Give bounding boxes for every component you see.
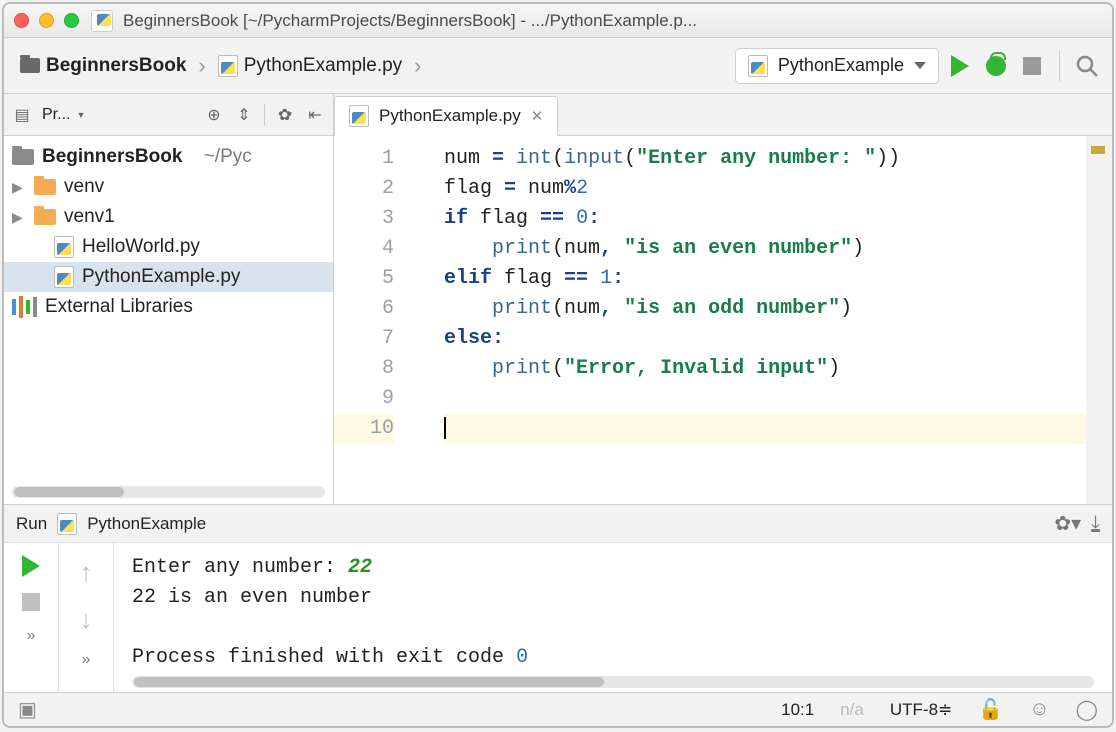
search-button[interactable] xyxy=(1072,51,1102,81)
stop-icon xyxy=(1023,57,1041,75)
tool-windows-button[interactable]: ▣ xyxy=(18,697,37,722)
hide-panel-button[interactable]: ⇤ xyxy=(305,105,325,125)
run-panel-buttons-1: » xyxy=(4,543,59,692)
search-icon xyxy=(1075,54,1099,78)
python-file-icon xyxy=(748,55,768,77)
tree-item[interactable]: PythonExample.py xyxy=(4,262,333,292)
window-title: BeginnersBook [~/PycharmProjects/Beginne… xyxy=(123,11,1102,31)
python-file-icon xyxy=(54,236,74,258)
python-file-icon xyxy=(218,55,238,77)
run-panel-buttons-2: ↑ ↓ » xyxy=(59,543,114,692)
sidebar-scrollbar[interactable] xyxy=(12,486,325,498)
run-settings-button[interactable]: ✿▾ xyxy=(1054,511,1081,536)
run-config-name[interactable]: PythonExample xyxy=(87,514,206,534)
close-window-button[interactable] xyxy=(14,13,29,28)
chevron-down-icon xyxy=(914,62,926,69)
window-controls xyxy=(14,13,79,28)
tree-item[interactable]: ▶venv xyxy=(4,172,333,202)
close-tab-button[interactable]: ✕ xyxy=(531,107,544,125)
stop-button[interactable] xyxy=(1017,51,1047,81)
play-icon xyxy=(951,55,969,77)
chevron-right-icon xyxy=(410,53,425,79)
code-editor[interactable]: 12345678910 num = int(input("Enter any n… xyxy=(334,136,1112,504)
breadcrumb-root[interactable]: BeginnersBook xyxy=(14,53,192,79)
editor-tabs: PythonExample.py ✕ xyxy=(334,94,1112,135)
folder-icon xyxy=(12,149,34,165)
tree-item[interactable]: HelloWorld.py xyxy=(4,232,333,262)
status-bar: ▣ 10:1 n/a UTF-8≑ 🔓 ☺ ◯ xyxy=(4,692,1112,726)
run-button[interactable] xyxy=(945,51,975,81)
stop-process-button[interactable] xyxy=(22,593,40,611)
chevron-right-icon xyxy=(194,53,209,79)
file-encoding[interactable]: UTF-8≑ xyxy=(890,700,952,720)
chevron-down-icon: ▼ xyxy=(76,110,85,120)
settings-button[interactable]: ✿▾ xyxy=(275,105,295,125)
folder-icon xyxy=(34,179,56,195)
breadcrumb: BeginnersBook PythonExample.py xyxy=(14,53,426,79)
breadcrumb-file[interactable]: PythonExample.py xyxy=(212,53,408,79)
titlebar: BeginnersBook [~/PycharmProjects/Beginne… xyxy=(4,4,1112,38)
python-file-icon xyxy=(57,513,77,535)
tree-item[interactable]: ▶venv1 xyxy=(4,202,333,232)
project-view-icon[interactable]: ▤ xyxy=(12,105,32,125)
run-config-dropdown[interactable]: PythonExample xyxy=(735,48,939,84)
run-panel: » ↑ ↓ » Enter any number: 22 22 is an ev… xyxy=(4,542,1112,692)
disclosure-triangle-icon[interactable]: ▶ xyxy=(12,179,26,196)
project-tool-header: ▤ Pr... ▼ ⊕ ⇕ ✿▾ ⇤ xyxy=(4,94,334,135)
minimize-window-button[interactable] xyxy=(39,13,54,28)
code-area[interactable]: num = int(input("Enter any number: "))fl… xyxy=(444,136,1086,504)
run-label[interactable]: Run xyxy=(16,514,47,534)
console-scrollbar[interactable] xyxy=(132,676,1094,688)
nav-bar: BeginnersBook PythonExample.py PythonExa… xyxy=(4,38,1112,94)
folder-icon xyxy=(20,58,40,73)
error-stripe[interactable] xyxy=(1086,136,1112,504)
inspector-icon[interactable]: ☺ xyxy=(1029,698,1049,721)
play-icon xyxy=(22,555,40,577)
tree-project-root[interactable]: BeginnersBook ~/Pyc xyxy=(4,142,333,172)
rerun-button[interactable] xyxy=(22,555,40,577)
folder-icon xyxy=(34,209,56,225)
title-file-icon xyxy=(91,10,113,32)
project-tree: BeginnersBook ~/Pyc ▶venv▶venv1HelloWorl… xyxy=(4,136,334,504)
export-button[interactable]: ⤓ xyxy=(1091,512,1100,535)
ide-window: BeginnersBook [~/PycharmProjects/Beginne… xyxy=(2,2,1114,728)
editor-tab[interactable]: PythonExample.py ✕ xyxy=(334,96,558,136)
debug-button[interactable] xyxy=(981,51,1011,81)
expand-button-2[interactable]: » xyxy=(82,651,91,669)
library-icon xyxy=(12,296,37,318)
feedback-icon[interactable]: ◯ xyxy=(1076,697,1098,722)
readonly-toggle[interactable]: 🔓 xyxy=(978,697,1003,722)
disclosure-triangle-icon[interactable]: ▶ xyxy=(12,209,26,226)
project-label[interactable]: Pr... xyxy=(42,106,70,124)
scroll-up-button[interactable]: ↑ xyxy=(80,557,93,588)
toolbar: ▤ Pr... ▼ ⊕ ⇕ ✿▾ ⇤ PythonExample.py ✕ xyxy=(4,94,1112,136)
tree-external-libraries[interactable]: External Libraries xyxy=(4,292,333,322)
run-panel-header: Run PythonExample ✿▾ ⤓ xyxy=(4,504,1112,542)
line-gutter: 12345678910 xyxy=(334,136,444,504)
python-file-icon xyxy=(54,266,74,288)
locate-file-button[interactable]: ⊕ xyxy=(204,105,224,125)
expand-button[interactable]: » xyxy=(27,627,36,645)
python-file-icon xyxy=(349,105,369,127)
bug-icon xyxy=(986,56,1006,76)
console-output[interactable]: Enter any number: 22 22 is an even numbe… xyxy=(114,543,1112,692)
zoom-window-button[interactable] xyxy=(64,13,79,28)
scroll-down-button[interactable]: ↓ xyxy=(80,604,93,635)
caret-position[interactable]: 10:1 xyxy=(781,700,814,720)
collapse-all-button[interactable]: ⇕ xyxy=(234,105,254,125)
line-separator[interactable]: n/a xyxy=(840,700,864,720)
